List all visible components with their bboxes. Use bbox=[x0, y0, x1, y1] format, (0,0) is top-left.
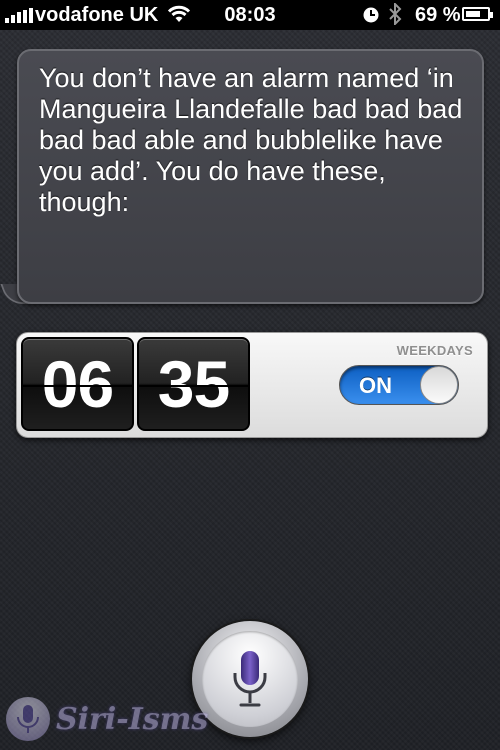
siri-mic-button[interactable] bbox=[192, 621, 308, 737]
alarm-repeat-label: WEEKDAYS bbox=[396, 343, 473, 358]
alarm-minutes: 35 bbox=[137, 337, 250, 431]
alarm-hours: 06 bbox=[21, 337, 134, 431]
toggle-knob[interactable] bbox=[420, 366, 458, 404]
bluetooth-icon bbox=[388, 1, 402, 31]
watermark-text: Siri-Isms bbox=[56, 701, 209, 737]
mic-button-face bbox=[202, 631, 298, 727]
alarm-clock-icon bbox=[362, 6, 380, 30]
battery-percent: 69 % bbox=[415, 4, 461, 26]
siri-response-bubble: You don’t have an alarm named ‘in Mangue… bbox=[17, 49, 484, 304]
siri-response-text: You don’t have an alarm named ‘in Mangue… bbox=[39, 63, 463, 217]
battery-fill bbox=[466, 11, 480, 17]
watermark: Siri-Isms bbox=[6, 694, 208, 744]
battery-icon bbox=[462, 7, 493, 21]
microphone-icon bbox=[233, 651, 267, 707]
toggle-label: ON bbox=[359, 373, 392, 398]
status-bar: vodafone UK 08:03 69 % bbox=[0, 0, 500, 30]
alarm-card[interactable]: 06 35 WEEKDAYS ON bbox=[16, 332, 488, 438]
watermark-mic-icon bbox=[6, 697, 50, 741]
alarm-toggle[interactable]: ON bbox=[339, 365, 459, 405]
